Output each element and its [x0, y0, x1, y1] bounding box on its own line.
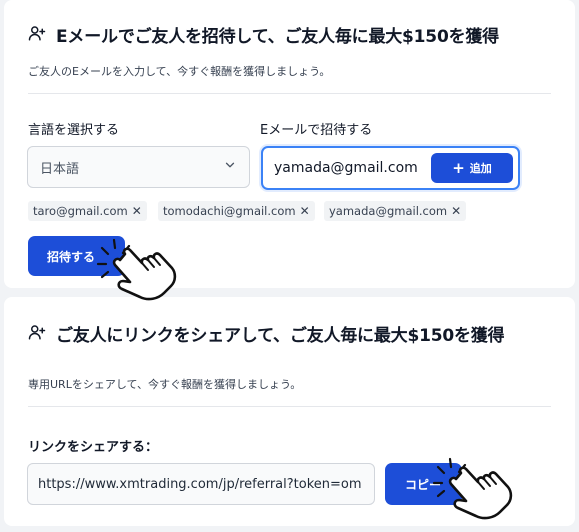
email-chip-label: yamada@gmail.com — [329, 204, 448, 218]
user-plus-icon — [28, 24, 46, 46]
close-icon[interactable]: ✕ — [132, 204, 142, 218]
invite-button[interactable]: 招待する — [28, 236, 125, 276]
email-chip-label: taro@gmail.com — [33, 204, 128, 218]
chevron-down-icon — [223, 158, 237, 176]
copy-button-label: コピー — [405, 477, 442, 492]
copy-button[interactable]: コピー — [385, 463, 462, 505]
add-button-label: 追加 — [469, 162, 492, 175]
referral-url-value: https://www.xmtrading.com/jp/referral?to… — [38, 476, 362, 492]
divider — [28, 406, 551, 407]
invite-card-title: Eメールでご友人を招待して、ご友人毎に最大$150を獲得 — [56, 27, 499, 47]
invite-card-subtitle: ご友人のEメールを入力して、今すぐ報酬を獲得しましょう。 — [28, 65, 331, 78]
invite-title-row: Eメールでご友人を招待して、ご友人毎に最大$150を獲得 — [28, 22, 499, 47]
language-select-value: 日本語 — [40, 161, 80, 177]
language-label: 言語を選択する — [28, 123, 120, 138]
email-chip-label: tomodachi@gmail.com — [163, 204, 296, 218]
share-link-label: リンクをシェアする： — [28, 440, 159, 455]
email-chip: taro@gmail.com ✕ — [28, 201, 147, 221]
add-email-button[interactable]: + 追加 — [431, 153, 513, 183]
email-invite-card: Eメールでご友人を招待して、ご友人毎に最大$150を獲得 ご友人のEメールを入力… — [4, 0, 575, 288]
email-label: Eメールで招待する — [260, 123, 373, 138]
share-link-card: ご友人にリンクをシェアして、ご友人毎に最大$150を獲得 専用URLをシェアして… — [4, 297, 575, 526]
divider — [28, 93, 551, 94]
close-icon[interactable]: ✕ — [300, 204, 310, 218]
invite-button-label: 招待する — [47, 249, 96, 264]
user-plus-icon — [28, 323, 46, 345]
email-input-value: yamada@gmail.com — [274, 160, 418, 176]
referral-url-field[interactable]: https://www.xmtrading.com/jp/referral?to… — [27, 463, 375, 505]
close-icon[interactable]: ✕ — [451, 204, 461, 218]
share-title-row: ご友人にリンクをシェアして、ご友人毎に最大$150を獲得 — [28, 321, 505, 346]
share-card-title: ご友人にリンクをシェアして、ご友人毎に最大$150を獲得 — [56, 326, 505, 346]
email-chip: yamada@gmail.com ✕ — [324, 201, 467, 221]
email-input[interactable]: yamada@gmail.com + 追加 — [261, 146, 520, 190]
plus-icon: + — [452, 158, 465, 177]
language-select[interactable]: 日本語 — [27, 146, 250, 188]
share-card-subtitle: 専用URLをシェアして、今すぐ報酬を獲得しましょう。 — [28, 378, 302, 391]
email-chip: tomodachi@gmail.com ✕ — [158, 201, 315, 221]
